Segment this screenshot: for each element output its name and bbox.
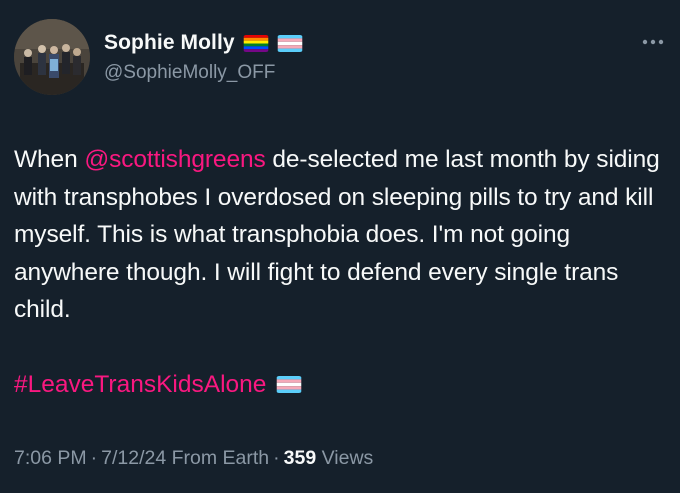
tweet-source: From Earth — [171, 447, 270, 469]
hashtag-link[interactable]: #LeaveTransKidsAlone — [14, 366, 266, 404]
avatar-photo — [14, 19, 90, 95]
more-options-button[interactable] — [636, 32, 670, 52]
tweet-text-part1: When — [14, 146, 85, 173]
tweet-card: Sophie Molly @SophieMolly_OFF When @scot… — [0, 0, 680, 493]
ellipsis-icon — [642, 39, 664, 45]
mention-link[interactable]: @scottishgreens — [84, 146, 265, 173]
views-count: 359 — [283, 447, 317, 469]
rainbow-flag-icon — [243, 34, 269, 52]
tweet-date[interactable]: 7/12/24 — [101, 447, 166, 469]
trans-flag-icon — [277, 34, 303, 52]
trans-flag-icon — [276, 376, 302, 394]
tweet-time[interactable]: 7:06 PM — [14, 447, 87, 469]
views-label: Views — [321, 447, 374, 469]
tweet-metadata: 7:06 PM · 7/12/24 From Earth · 359 Views — [14, 447, 373, 470]
separator: · — [273, 447, 280, 469]
handle[interactable]: @SophieMolly_OFF — [104, 62, 275, 84]
avatar[interactable] — [14, 19, 90, 95]
hashtag-line: #LeaveTransKidsAlone — [14, 366, 302, 404]
name-row: Sophie Molly — [104, 30, 303, 56]
display-name[interactable]: Sophie Molly — [104, 31, 235, 55]
tweet-text: When @scottishgreens de-selected me last… — [14, 141, 666, 329]
separator: · — [90, 447, 98, 469]
